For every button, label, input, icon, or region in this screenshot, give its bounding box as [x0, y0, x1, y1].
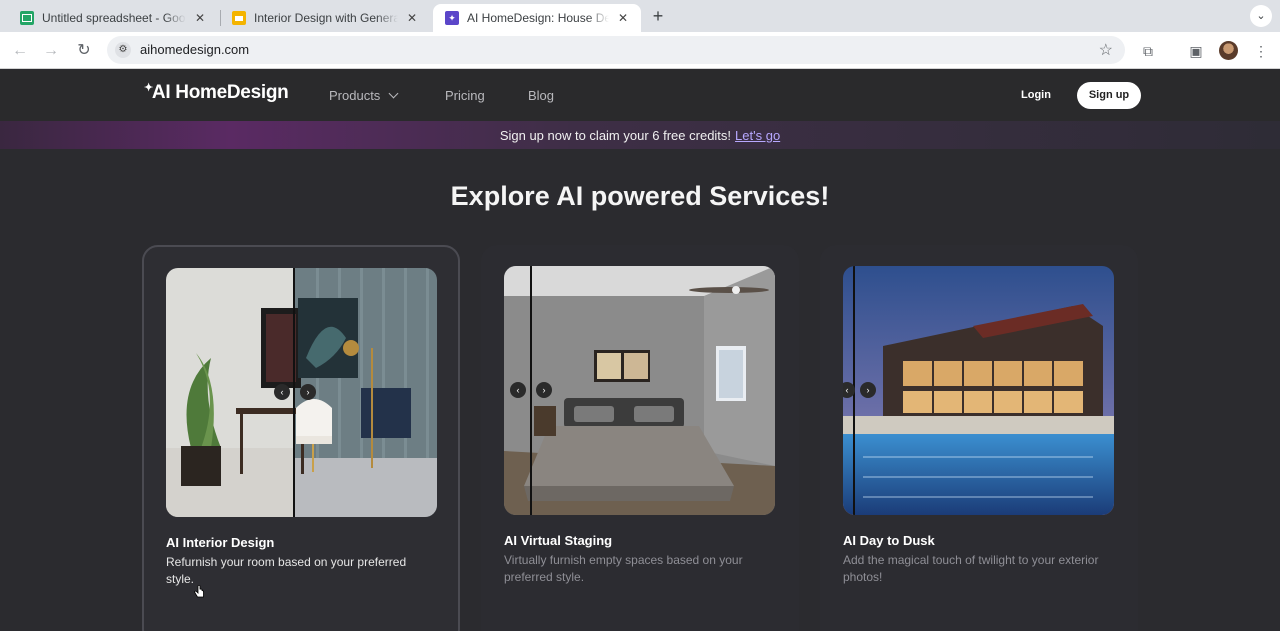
close-icon[interactable]: ✕: [615, 10, 631, 26]
ai-homedesign-icon: ✦: [445, 11, 459, 25]
slider-next-icon[interactable]: ›: [860, 382, 876, 398]
page-title: Explore AI powered Services!: [450, 181, 830, 211]
sparkle-icon: ✦: [144, 82, 153, 94]
logo-text: AI HomeDesign: [151, 82, 289, 103]
before-after-image[interactable]: ‹ ›: [843, 266, 1114, 515]
promo-link[interactable]: Let's go: [735, 128, 780, 143]
slider-prev-icon[interactable]: ‹: [510, 382, 526, 398]
tab-title: Untitled spreadsheet - Google Sheets: [42, 11, 186, 25]
tab-spreadsheet[interactable]: Untitled spreadsheet - Google Sheets ✕: [8, 4, 218, 32]
slider-next-icon[interactable]: ›: [536, 382, 552, 398]
tab-title: Interior Design with Generative AI: [254, 11, 398, 25]
card-description: Virtually furnish empty spaces based on …: [504, 553, 743, 584]
forward-arrow-icon[interactable]: →: [40, 40, 62, 62]
hand-cursor-icon: [194, 585, 204, 598]
promo-text: Sign up now to claim your 6 free credits…: [499, 128, 732, 143]
site-info-icon[interactable]: ⚙: [115, 42, 131, 58]
url-text[interactable]: aihomedesign.com: [140, 42, 249, 57]
reload-icon[interactable]: ↻: [73, 40, 95, 62]
service-card-interior-design[interactable]: ‹ › AI Interior Design Refurnish your ro…: [142, 245, 460, 631]
card-description: Refurnish your room based on your prefer…: [166, 555, 407, 586]
before-after-image[interactable]: ‹ ›: [504, 266, 775, 515]
slider-next-icon[interactable]: ›: [300, 384, 316, 400]
promo-message: Sign up now to claim your 6 free credits…: [0, 128, 1280, 143]
site-header: ✦AI HomeDesign Products Pricing Blog Log…: [0, 70, 1280, 121]
card-title: AI Day to Dusk: [843, 533, 935, 548]
back-arrow-icon[interactable]: ←: [9, 40, 31, 62]
before-after-image[interactable]: ‹ ›: [166, 268, 437, 517]
dusk-house-image: [843, 266, 1114, 515]
browser-toolbar: ← → ↻ ⚙ aihomedesign.com ☆ ⧉ ▣ ⋮: [0, 32, 1280, 69]
browser-tab-strip: Untitled spreadsheet - Google Sheets ✕ I…: [0, 0, 1280, 32]
profile-avatar[interactable]: [1219, 41, 1238, 60]
close-icon[interactable]: ✕: [404, 10, 420, 26]
sheets-icon: [20, 11, 34, 25]
tab-interior-design[interactable]: Interior Design with Generative AI ✕: [220, 4, 430, 32]
menu-kebab-icon[interactable]: ⋮: [1251, 41, 1271, 61]
nav-products[interactable]: Products: [329, 88, 399, 103]
nav-pricing[interactable]: Pricing: [445, 88, 485, 103]
card-title: AI Virtual Staging: [504, 533, 613, 548]
side-panel-icon[interactable]: ▣: [1186, 41, 1206, 61]
new-tab-button[interactable]: +: [648, 6, 668, 26]
service-card-virtual-staging[interactable]: ‹ › AI Virtual Staging Virtually furnish…: [481, 245, 799, 631]
slider-prev-icon[interactable]: ‹: [274, 384, 290, 400]
service-card-day-to-dusk[interactable]: ‹ › AI Day to Dusk Add the magical touch…: [820, 245, 1138, 631]
signup-button[interactable]: Sign up: [1077, 82, 1141, 109]
close-icon[interactable]: ✕: [192, 10, 208, 26]
bookmark-star-icon[interactable]: ☆: [1099, 40, 1113, 60]
site-logo[interactable]: ✦AI HomeDesign: [144, 82, 289, 104]
card-description: Add the magical touch of twilight to you…: [843, 553, 1099, 584]
chevron-down-icon: [388, 88, 399, 99]
extensions-icon[interactable]: ⧉: [1138, 41, 1158, 61]
card-title: AI Interior Design: [166, 535, 275, 550]
nav-products-label: Products: [329, 88, 381, 103]
tab-title: AI HomeDesign: House Design: [467, 11, 609, 25]
nav-blog[interactable]: Blog: [528, 88, 554, 103]
address-bar[interactable]: ⚙ aihomedesign.com ☆: [107, 36, 1125, 64]
slides-icon: [232, 11, 246, 25]
login-link[interactable]: Login: [1021, 89, 1051, 101]
tab-search-button[interactable]: ⌄: [1250, 5, 1272, 27]
tab-ai-homedesign[interactable]: ✦ AI HomeDesign: House Design ✕: [433, 4, 641, 32]
web-page: ✦AI HomeDesign Products Pricing Blog Log…: [0, 70, 1280, 631]
promo-banner: Sign up now to claim your 6 free credits…: [0, 121, 1280, 149]
